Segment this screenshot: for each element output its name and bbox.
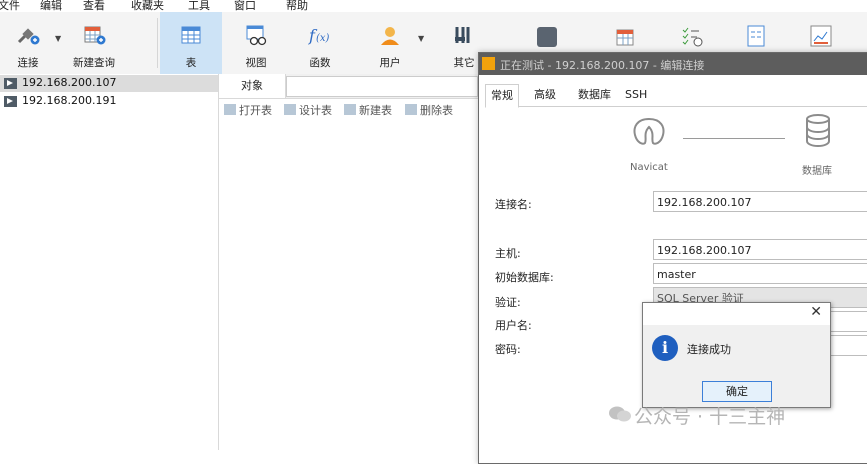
plug-icon xyxy=(17,28,40,45)
tab-database[interactable]: 数据库 xyxy=(573,84,616,106)
tab-general[interactable]: 常规 xyxy=(485,84,519,108)
delete-table-icon xyxy=(405,104,417,115)
backup-icon[interactable] xyxy=(537,27,557,47)
table-icon xyxy=(181,26,201,44)
database-icon xyxy=(806,114,830,148)
watermark-text: 公众号 · 十三主神 xyxy=(634,406,786,428)
connection-tree: 192.168.200.107 192.168.200.191 xyxy=(0,74,219,450)
wechat-icon xyxy=(609,406,631,422)
tab-ssh[interactable]: SSH xyxy=(620,84,652,106)
navicat-icon xyxy=(633,117,665,145)
toolbar-separator xyxy=(157,18,158,68)
view-icon xyxy=(246,25,267,46)
initial-db-label: 初始数据库: xyxy=(495,271,554,284)
username-label: 用户名: xyxy=(495,319,532,332)
tools-icon xyxy=(455,27,470,43)
auth-label: 验证: xyxy=(495,296,521,309)
dialog-tabs: 常规 高级 数据库 SSH xyxy=(485,84,867,108)
connection-label: 192.168.200.107 xyxy=(22,76,117,89)
tab-advanced[interactable]: 高级 xyxy=(529,84,561,106)
diagram-label-database: 数据库 xyxy=(802,166,832,177)
close-icon[interactable]: ✕ xyxy=(810,304,822,320)
new-query-icon xyxy=(84,26,106,45)
connect-button[interactable]: 连接 xyxy=(0,12,56,74)
view-button[interactable]: 视图 xyxy=(228,12,284,74)
chart-icon[interactable] xyxy=(810,25,832,47)
conn-name-field[interactable]: 192.168.200.107 xyxy=(653,191,867,212)
initial-db-field[interactable]: master xyxy=(653,263,867,284)
connection-item[interactable]: 192.168.200.107 xyxy=(0,75,218,92)
menu-bar: 文件 编辑 查看 收藏夹 工具 窗口 帮助 xyxy=(0,0,867,12)
new-table-button[interactable]: 新建表 xyxy=(344,102,392,118)
host-label: 主机: xyxy=(495,247,521,260)
connection-success-messagebox: ✕ i 连接成功 确定 xyxy=(642,302,831,408)
diagram-label-navicat: Navicat xyxy=(630,162,668,173)
connection-label: 192.168.200.191 xyxy=(22,94,117,107)
view-label: 视图 xyxy=(245,57,267,69)
connection-line xyxy=(683,138,785,139)
host-field[interactable]: 192.168.200.107 xyxy=(653,239,867,260)
conn-name-label: 连接名: xyxy=(495,198,532,211)
object-tab-bar: 对象 xyxy=(219,74,481,99)
checklist-icon[interactable] xyxy=(680,26,704,48)
new-query-label: 新建查询 xyxy=(73,57,115,69)
open-table-icon xyxy=(224,104,236,115)
user-label: 用户 xyxy=(379,57,401,69)
table-label: 表 xyxy=(185,57,197,69)
ok-button[interactable]: 确定 xyxy=(702,381,772,402)
model-icon[interactable] xyxy=(747,25,765,47)
info-icon: i xyxy=(652,335,678,361)
object-action-bar: 打开表 设计表 新建表 删除表 xyxy=(219,98,481,120)
connection-icon xyxy=(4,96,17,107)
messagebox-title-bar[interactable]: ✕ xyxy=(643,303,830,325)
user-dropdown-icon[interactable]: ▼ xyxy=(418,34,424,43)
user-icon xyxy=(381,27,399,45)
new-table-icon xyxy=(344,104,356,115)
svg-text:(x): (x) xyxy=(316,33,330,44)
design-table-button[interactable]: 设计表 xyxy=(284,102,332,118)
delete-table-button[interactable]: 删除表 xyxy=(405,102,453,118)
function-icon: f (x) xyxy=(308,26,330,45)
connect-label: 连接 xyxy=(17,57,39,69)
dialog-title: 正在测试 - 192.168.200.107 - 编辑连接 xyxy=(500,59,705,72)
object-panel: 对象 打开表 设计表 新建表 删除表 xyxy=(219,74,481,450)
scheduler-icon[interactable] xyxy=(615,26,637,48)
user-button[interactable]: 用户 xyxy=(362,12,418,74)
navicat-logo-icon xyxy=(482,57,495,70)
connection-icon xyxy=(4,78,17,89)
table-button[interactable]: 表 xyxy=(160,12,222,74)
new-query-button[interactable]: 新建查询 xyxy=(66,12,122,74)
open-table-button[interactable]: 打开表 xyxy=(224,102,272,118)
function-button[interactable]: f (x) 函数 xyxy=(292,12,348,74)
message-text: 连接成功 xyxy=(687,343,731,356)
function-label: 函数 xyxy=(309,57,331,69)
tab-objects[interactable]: 对象 xyxy=(219,74,286,98)
object-search-input[interactable] xyxy=(286,76,478,97)
design-table-icon xyxy=(284,104,296,115)
connection-item[interactable]: 192.168.200.191 xyxy=(0,93,218,110)
dialog-title-bar[interactable]: 正在测试 - 192.168.200.107 - 编辑连接 xyxy=(479,53,867,75)
password-label: 密码: xyxy=(495,343,521,356)
connect-dropdown-icon[interactable]: ▼ xyxy=(55,34,61,43)
